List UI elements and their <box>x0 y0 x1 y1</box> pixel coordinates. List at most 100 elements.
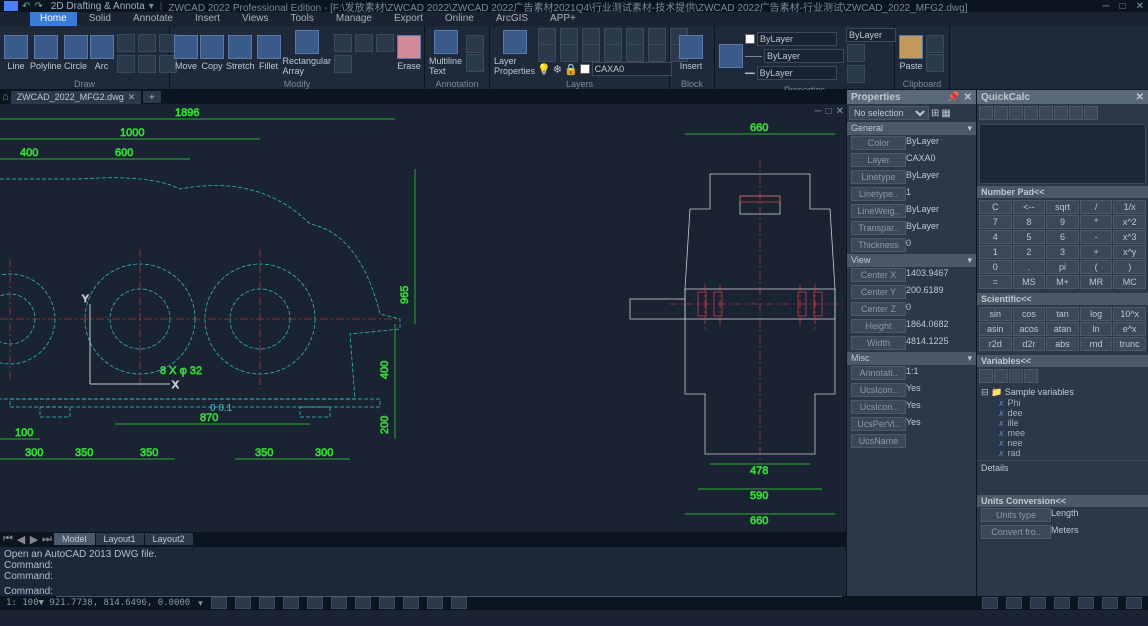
tab-manage[interactable]: Manage <box>326 12 382 26</box>
sci-header[interactable]: Scientific<< <box>977 293 1148 305</box>
calc-key-sqrt[interactable]: sqrt <box>1046 200 1079 214</box>
calc-key-*[interactable]: * <box>1080 215 1113 229</box>
annot-small-1[interactable] <box>466 35 484 53</box>
prop-tool-1[interactable] <box>847 44 865 62</box>
arc-button[interactable]: Arc <box>90 28 114 78</box>
file-tab-close-icon[interactable]: ✕ <box>128 92 136 103</box>
layout2-tab[interactable]: Layout2 <box>145 533 193 545</box>
calc-key-acos[interactable]: acos <box>1013 322 1046 336</box>
calc-key-2[interactable]: 2 <box>1013 245 1046 259</box>
calc-key--[interactable]: - <box>1080 230 1113 244</box>
maximize-button[interactable]: □ <box>1120 1 1126 12</box>
layer-tool-12[interactable] <box>626 44 644 62</box>
layout1-tab[interactable]: Layout1 <box>96 533 144 545</box>
calc-key-r2d[interactable]: r2d <box>979 337 1012 351</box>
property-row[interactable]: Transpar..ByLayer <box>847 220 976 237</box>
calc-key-trunc[interactable]: trunc <box>1113 337 1146 351</box>
property-row[interactable]: LinetypeByLayer <box>847 169 976 186</box>
rect-array-button[interactable]: Rectangular Array <box>283 28 332 78</box>
prop-tool-2[interactable] <box>847 65 865 83</box>
fillet-button[interactable]: Fillet <box>257 28 281 78</box>
drawing-viewport[interactable]: ─ □ ✕ 1896 1000 400 600 100 300 350 350 … <box>0 104 846 532</box>
calc-key-tan[interactable]: tan <box>1046 307 1079 321</box>
calc-key-e^x[interactable]: e^x <box>1113 322 1146 336</box>
props-pin-icon[interactable]: 📌 <box>947 92 959 103</box>
vars-header[interactable]: Variables<< <box>977 355 1148 367</box>
status-r4[interactable] <box>1054 597 1070 609</box>
model-tab[interactable]: Model <box>54 533 95 545</box>
property-row[interactable]: Width4814.1225 <box>847 335 976 352</box>
var-tool-3[interactable] <box>1009 369 1023 383</box>
property-row[interactable]: UcsIcon..Yes <box>847 382 976 399</box>
var-item[interactable]: xPhi <box>981 398 1144 408</box>
layer-freeze-icon[interactable]: ❄ <box>553 63 562 76</box>
calc-key-10^x[interactable]: 10^x <box>1113 307 1146 321</box>
file-tab-home-icon[interactable]: ⌂ <box>2 91 9 103</box>
layer-tool-10[interactable] <box>582 44 600 62</box>
section-general[interactable]: General▾ <box>847 122 976 135</box>
otrack-toggle[interactable] <box>331 597 347 609</box>
snap-toggle[interactable] <box>211 597 227 609</box>
layer-color-swatch[interactable] <box>580 64 590 74</box>
units-row[interactable]: Units typeLength <box>977 507 1148 524</box>
calc-key-4[interactable]: 4 <box>979 230 1012 244</box>
tab-views[interactable]: Views <box>232 12 279 26</box>
lwt-toggle[interactable] <box>355 597 371 609</box>
status-r6[interactable] <box>1102 597 1118 609</box>
section-view[interactable]: View▾ <box>847 254 976 267</box>
tab-solid[interactable]: Solid <box>79 12 121 26</box>
select-objects-icon[interactable]: ▦ <box>941 108 950 119</box>
tab-online[interactable]: Online <box>435 12 484 26</box>
calc-key-x^y[interactable]: x^y <box>1113 245 1146 259</box>
property-row[interactable]: Thickness0 <box>847 237 976 254</box>
numpad-header[interactable]: Number Pad<< <box>977 186 1148 198</box>
polyline-button[interactable]: Polyline <box>30 28 62 78</box>
section-misc[interactable]: Misc▾ <box>847 352 976 365</box>
status-r7[interactable] <box>1126 597 1142 609</box>
layer-lock-icon[interactable]: 🔒 <box>564 63 578 76</box>
calc-key-5[interactable]: 5 <box>1013 230 1046 244</box>
property-row[interactable]: ColorByLayer <box>847 135 976 152</box>
calc-key-3[interactable]: 3 <box>1046 245 1079 259</box>
polar-toggle[interactable] <box>283 597 299 609</box>
calc-tool-7[interactable] <box>1069 106 1083 120</box>
lineweight-combo[interactable] <box>757 66 837 80</box>
tab-next-icon[interactable]: ▶ <box>28 533 40 546</box>
tab-app[interactable]: APP+ <box>540 12 586 26</box>
calc-tool-5[interactable] <box>1039 106 1053 120</box>
calc-key-MR[interactable]: MR <box>1080 275 1113 289</box>
stretch-button[interactable]: Stretch <box>226 28 255 78</box>
circle-button[interactable]: Circle <box>64 28 88 78</box>
calc-key-=[interactable]: = <box>979 275 1012 289</box>
property-row[interactable]: Center X1403.9467 <box>847 267 976 284</box>
calc-key-MS[interactable]: MS <box>1013 275 1046 289</box>
units-row[interactable]: Convert fro..Meters <box>977 524 1148 541</box>
file-tab[interactable]: ZWCAD_2022_MFG2.dwg ✕ <box>11 91 142 104</box>
property-row[interactable]: LayerCAXA0 <box>847 152 976 169</box>
calc-key-([interactable]: ( <box>1080 260 1113 274</box>
cycle-toggle[interactable] <box>403 597 419 609</box>
property-row[interactable]: LineWeig..ByLayer <box>847 203 976 220</box>
annot-small-2[interactable] <box>466 54 484 72</box>
calc-key-log[interactable]: log <box>1080 307 1113 321</box>
property-row[interactable]: Center Y200.6189 <box>847 284 976 301</box>
calc-key-pi[interactable]: pi <box>1046 260 1079 274</box>
var-item[interactable]: xdee <box>981 408 1144 418</box>
copy-button[interactable]: Copy <box>200 28 224 78</box>
calc-key-.[interactable]: . <box>1013 260 1046 274</box>
status-r3[interactable] <box>1030 597 1046 609</box>
calc-key-C[interactable]: C <box>979 200 1012 214</box>
calc-key-)[interactable]: ) <box>1113 260 1146 274</box>
calc-key-<--[interactable]: <-- <box>1013 200 1046 214</box>
grid-toggle[interactable] <box>235 597 251 609</box>
calc-key-d2r[interactable]: d2r <box>1013 337 1046 351</box>
property-row[interactable]: UcsPerVi..Yes <box>847 416 976 433</box>
modify-small-1[interactable] <box>334 34 352 52</box>
prop-combo-2[interactable] <box>846 28 896 42</box>
modify-small-2[interactable] <box>355 34 373 52</box>
calc-key-x^2[interactable]: x^2 <box>1113 215 1146 229</box>
calc-key-ln[interactable]: ln <box>1080 322 1113 336</box>
calc-key-atan[interactable]: atan <box>1046 322 1079 336</box>
match-props-button[interactable] <box>719 31 743 81</box>
modify-small-4[interactable] <box>334 55 352 73</box>
